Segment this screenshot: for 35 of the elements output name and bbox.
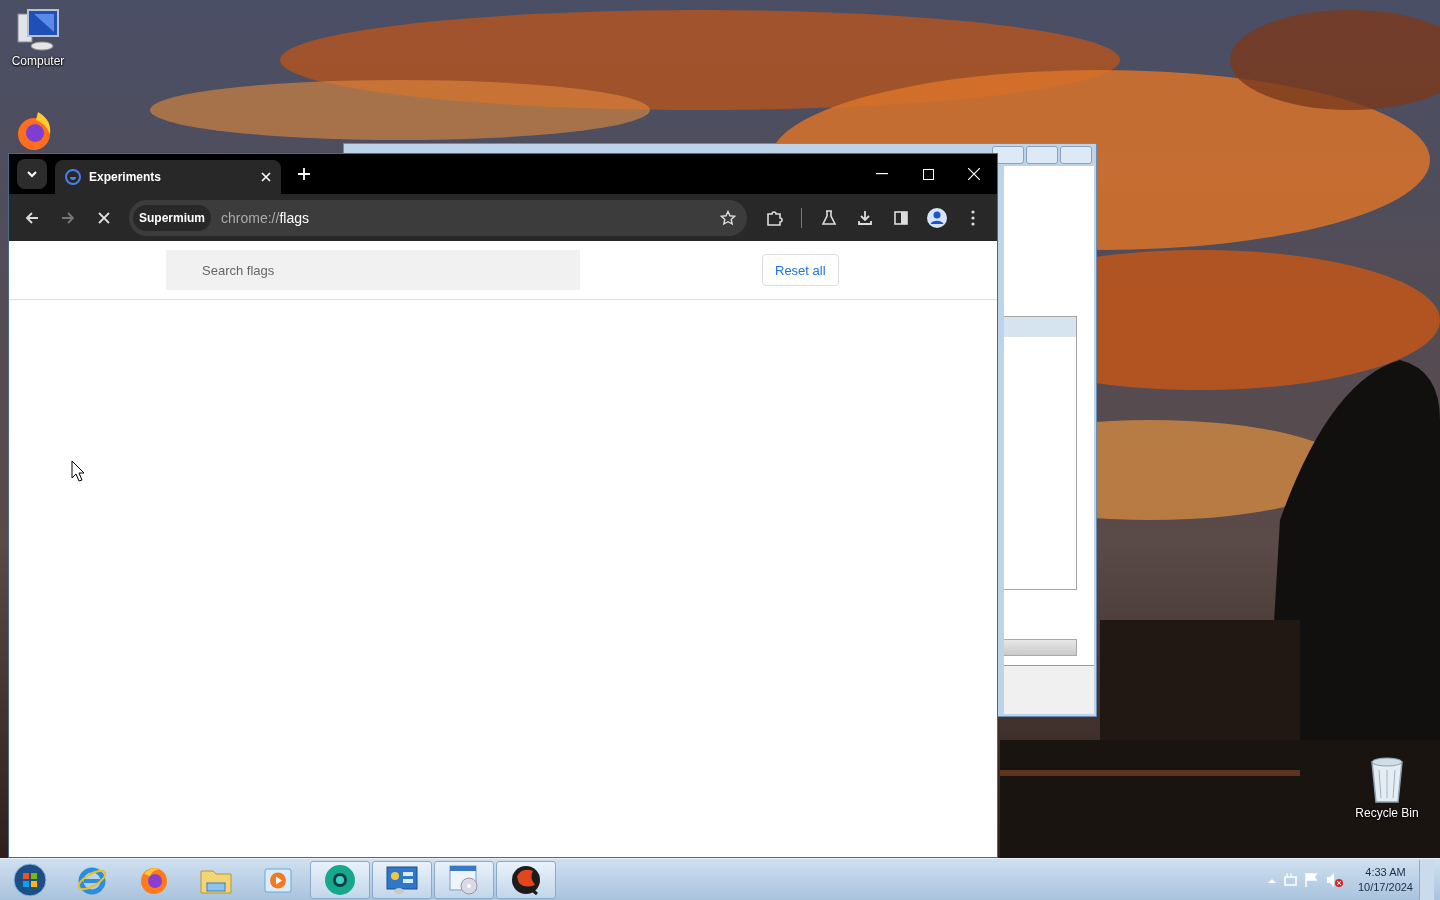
clock-date[interactable]: 10/17/2024 <box>1357 879 1413 895</box>
control-panel-icon[interactable] <box>385 863 419 896</box>
close-tab-button[interactable] <box>261 172 271 182</box>
minimize-button[interactable] <box>992 146 1024 164</box>
browser-tab[interactable]: Experiments <box>55 160 281 194</box>
flask-globe-icon <box>65 169 81 185</box>
icon-label[interactable]: Recycle Bin <box>1355 806 1419 820</box>
cursor-icon <box>71 460 85 482</box>
minimize-icon <box>876 173 888 175</box>
globe-icon[interactable] <box>323 862 357 897</box>
back-arrow-icon <box>25 210 39 225</box>
clock-time[interactable]: 4:33 AM <box>1365 864 1406 880</box>
stop-icon <box>98 211 110 224</box>
close-icon <box>968 168 980 180</box>
start-orb-icon[interactable] <box>13 862 47 897</box>
site-chip[interactable]: Supermium <box>133 204 211 231</box>
tab-title: Experiments <box>89 170 163 184</box>
icon-label[interactable]: Computer <box>11 54 65 68</box>
window-disc-icon[interactable] <box>447 863 481 896</box>
forward-arrow-icon <box>61 210 75 225</box>
scroll-bar[interactable] <box>1004 639 1077 656</box>
search-field[interactable]: Search flags <box>166 250 580 290</box>
taskbar-button[interactable] <box>310 860 370 899</box>
caret-icon <box>26 170 38 178</box>
taskbar-button[interactable] <box>496 860 556 899</box>
close-icon <box>261 172 271 182</box>
muted-speaker-icon[interactable] <box>1325 871 1344 888</box>
new-tab-button[interactable] <box>297 167 311 181</box>
computer-icon <box>14 8 62 52</box>
address-bar[interactable]: Supermium chrome://flags <box>129 199 747 236</box>
url-text: chrome://flags <box>221 209 310 226</box>
maximize-icon <box>922 168 934 180</box>
plus-icon <box>297 167 311 181</box>
reset-all-button[interactable]: Reset all <box>762 254 839 286</box>
tab-search-button[interactable] <box>17 159 47 189</box>
